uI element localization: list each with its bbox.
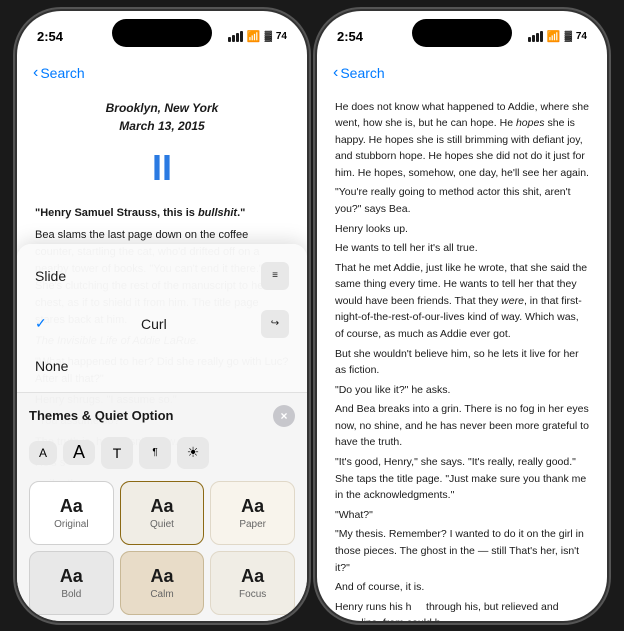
wifi-icon-right: 📶 <box>547 30 561 43</box>
close-button[interactable]: × <box>273 405 295 427</box>
wifi-icon: 📶 <box>247 30 261 43</box>
back-button-left[interactable]: ‹ Search <box>33 64 85 82</box>
left-phone: 2:54 📶 ▓ 74 ‹ Search Bro <box>17 11 307 621</box>
back-label-right: Search <box>340 65 384 81</box>
themes-section: Themes & Quiet Option × A A T ¶ ☀ Aa <box>17 392 307 621</box>
font-spacing-button[interactable]: ¶ <box>139 437 171 469</box>
signal-icon <box>228 31 243 42</box>
back-button-right[interactable]: ‹ Search <box>333 64 385 82</box>
slide-menu: Slide ≡ ✓ Curl ↪ None <box>17 244 307 392</box>
battery-icon-left: ▓ <box>265 31 272 42</box>
theme-grid: Aa Original Aa Quiet Aa Paper Aa Bold <box>29 475 295 621</box>
font-increase-button[interactable]: A <box>63 440 95 465</box>
battery-level-right: 74 <box>576 31 587 42</box>
battery-level-left: 74 <box>276 31 287 42</box>
menu-item-slide[interactable]: Slide ≡ <box>17 252 307 300</box>
chevron-left-icon: ‹ <box>33 64 38 82</box>
theme-focus[interactable]: Aa Focus <box>210 551 295 615</box>
phones-container: 2:54 📶 ▓ 74 ‹ Search Bro <box>7 1 617 631</box>
nav-bar-left: ‹ Search <box>17 55 307 91</box>
menu-item-none[interactable]: None <box>17 348 307 384</box>
signal-icon-right <box>528 31 543 42</box>
book-city: Brooklyn, New YorkMarch 13, 2015 <box>35 99 289 136</box>
themes-label: Themes & Quiet Option <box>29 408 173 423</box>
menu-item-curl[interactable]: ✓ Curl ↪ <box>17 300 307 348</box>
book-content-right: He does not know what happened to Addie,… <box>317 91 607 621</box>
font-decrease-button[interactable]: A <box>29 441 57 465</box>
battery-icon-right: ▓ <box>565 31 572 42</box>
themes-header: Themes & Quiet Option × <box>29 401 295 431</box>
back-label-left: Search <box>40 65 84 81</box>
theme-calm[interactable]: Aa Calm <box>120 551 205 615</box>
theme-bold[interactable]: Aa Bold <box>29 551 114 615</box>
font-controls: A A T ¶ ☀ <box>29 431 295 475</box>
theme-quiet[interactable]: Aa Quiet <box>120 481 205 545</box>
slide-icon: ≡ <box>261 262 289 290</box>
theme-original[interactable]: Aa Original <box>29 481 114 545</box>
right-phone: 2:54 📶 ▓ 74 ‹ Search He does not <box>317 11 607 621</box>
font-style-button[interactable]: T <box>101 437 133 469</box>
theme-paper[interactable]: Aa Paper <box>210 481 295 545</box>
close-icon: × <box>280 409 287 423</box>
nav-bar-right: ‹ Search <box>317 55 607 91</box>
book-title-area: Brooklyn, New YorkMarch 13, 2015 II <box>35 99 289 196</box>
curl-icon: ↪ <box>261 310 289 338</box>
time-right: 2:54 <box>337 29 363 44</box>
brightness-button[interactable]: ☀ <box>177 437 209 469</box>
overlay-panel: Slide ≡ ✓ Curl ↪ None Themes & Quiet Opt… <box>17 244 307 621</box>
chevron-right-icon: ‹ <box>333 64 338 82</box>
check-icon: ✓ <box>35 315 47 332</box>
dynamic-island <box>112 19 212 47</box>
status-icons-left: 📶 ▓ 74 <box>228 30 287 43</box>
dynamic-island-right <box>412 19 512 47</box>
time-left: 2:54 <box>37 29 63 44</box>
status-icons-right: 📶 ▓ 74 <box>528 30 587 43</box>
chapter-number: II <box>35 140 289 196</box>
